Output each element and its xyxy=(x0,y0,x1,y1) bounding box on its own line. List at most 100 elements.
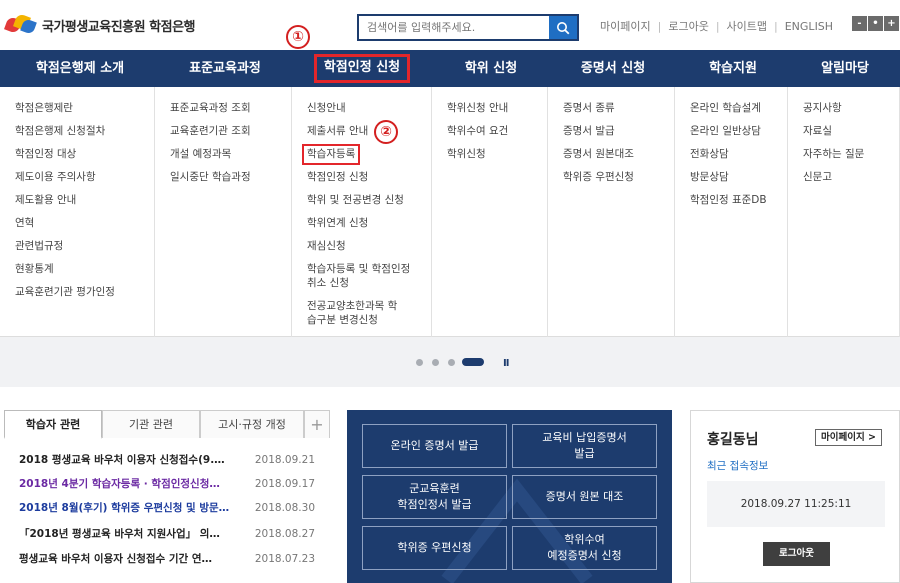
slider-dot[interactable] xyxy=(416,359,423,366)
service-original-verify[interactable]: 증명서 원본 대조 xyxy=(512,475,657,519)
submenu-item[interactable]: 학위신청 xyxy=(432,143,547,166)
user-name: 홍길동님 xyxy=(707,432,759,448)
quick-service-panel: 온라인 증명서 발급 교육비 납입증명서 발급 군교육훈련 학점인정서 발급 증… xyxy=(347,410,672,583)
nav-item-credit-apply[interactable]: 학점인정 신청 xyxy=(314,54,410,83)
user-panel: 홍길동님 마이페이지 > 최근 접속정보 2018.09.27 11:25:11… xyxy=(690,410,900,583)
submenu-item[interactable]: 학점은행제란 xyxy=(0,97,154,120)
submenu-item[interactable]: 학습자등록 및 학점인정 취소 신청 xyxy=(292,258,417,295)
submenu-item[interactable]: 온라인 학습설계 xyxy=(675,97,787,120)
util-link-logout[interactable]: 로그아웃 xyxy=(668,18,708,34)
search-box xyxy=(357,14,579,41)
notice-board: 학습자 관련 기관 관련 고시·규정 개정 + 2018 평생교육 바우처 이용… xyxy=(4,410,330,583)
submenu-item[interactable]: 교육훈련기관 조회 xyxy=(155,120,291,143)
submenu-item[interactable]: 학점인정 표준DB xyxy=(675,189,787,212)
submenu-item[interactable]: 온라인 일반상담 xyxy=(675,120,787,143)
util-link-english[interactable]: ENGLISH xyxy=(785,20,833,33)
submenu-item[interactable]: 개설 예정과목 xyxy=(155,143,291,166)
recent-login-label: 최근 접속정보 xyxy=(707,460,769,472)
submenu-item[interactable]: 관련법규정 xyxy=(0,235,154,258)
submenu-item[interactable]: 방문상담 xyxy=(675,166,787,189)
submenu-item[interactable]: 재심신청 xyxy=(292,235,431,258)
nav-item-notice[interactable]: 알림마당 xyxy=(810,50,880,87)
notice-title: 2018년 4분기 학습자등록 · 학점인정신청… xyxy=(19,478,220,490)
logo-text: 국가평생교육진흥원 학점은행 xyxy=(42,19,196,35)
submenu-item[interactable]: 현황통계 xyxy=(0,258,154,281)
submenu-item[interactable]: 제출서류 안내 xyxy=(292,120,431,143)
font-decrease-button[interactable]: - xyxy=(852,16,867,31)
mypage-button[interactable]: 마이페이지 > xyxy=(815,429,882,446)
site-logo[interactable]: 국가평생교육진흥원 학점은행 xyxy=(4,13,196,36)
submenu-item[interactable]: 신문고 xyxy=(788,166,899,189)
board-tabs: 학습자 관련 기관 관련 고시·규정 개정 + xyxy=(4,410,330,439)
utility-links: 마이페이지 | 로그아웃 | 사이트맵 | ENGLISH xyxy=(600,18,833,34)
notice-title: 평생교육 바우처 이용자 신청접수 기간 연… xyxy=(19,553,212,565)
submenu-item[interactable]: 학위수여 요건 xyxy=(432,120,547,143)
submenu-item[interactable]: 증명서 원본대조 xyxy=(548,143,674,166)
service-military-credit[interactable]: 군교육훈련 학점인정서 발급 xyxy=(362,475,507,519)
submenu-item[interactable]: 학위증 우편신청 xyxy=(548,166,674,189)
annotation-marker-2: ② xyxy=(374,120,398,144)
submenu-item[interactable]: 공지사항 xyxy=(788,97,899,120)
search-button[interactable] xyxy=(549,16,577,39)
divider: | xyxy=(774,19,778,33)
submenu-item[interactable]: 학위신청 안내 xyxy=(432,97,547,120)
service-online-certificate[interactable]: 온라인 증명서 발급 xyxy=(362,424,507,468)
last-login-time: 2018.09.27 11:25:11 xyxy=(707,481,885,527)
service-diploma-mail[interactable]: 학위증 우편신청 xyxy=(362,526,507,570)
mega-col-intro: 학점은행제란 학점은행제 신청절차 학점인정 대상 제도이용 주의사항 제도활용… xyxy=(0,87,155,337)
util-link-sitemap[interactable]: 사이트맵 xyxy=(727,18,767,34)
tab-institution[interactable]: 기관 관련 xyxy=(102,410,200,438)
banner-slider: II xyxy=(0,337,900,387)
font-increase-button[interactable]: + xyxy=(884,16,899,31)
submenu-item[interactable]: 증명서 발급 xyxy=(548,120,674,143)
service-expected-degree[interactable]: 학위수여 예정증명서 신청 xyxy=(512,526,657,570)
mega-col-degree-apply: 학위신청 안내 학위수여 요건 학위신청 xyxy=(432,87,548,337)
submenu-item[interactable]: 신청안내 xyxy=(292,97,431,120)
font-reset-button[interactable]: • xyxy=(868,16,883,31)
notice-row[interactable]: 2018 평생교육 바우처 이용자 신청접수(9.… 2018.09.21 xyxy=(19,452,315,468)
submenu-item[interactable]: 증명서 종류 xyxy=(548,97,674,120)
search-input[interactable] xyxy=(359,16,549,39)
submenu-item[interactable]: 교육훈련기관 평가인정 xyxy=(0,281,154,304)
mega-col-study-support: 온라인 학습설계 온라인 일반상담 전화상담 방문상담 학점인정 표준DB xyxy=(675,87,788,337)
submenu-item[interactable]: 학점은행제 신청절차 xyxy=(0,120,154,143)
submenu-item[interactable]: 전공교양초한과목 학습구분 변경신청 xyxy=(292,295,402,332)
mega-col-credit-apply: 신청안내 제출서류 안내 학습자등록 학점인정 신청 학위 및 전공변경 신청 … xyxy=(292,87,432,337)
nav-item-certificate[interactable]: 증명서 신청 xyxy=(568,50,658,87)
submenu-item[interactable]: 학위연계 신청 xyxy=(292,212,431,235)
main-nav: 학점은행제 소개 표준교육과정 학점인정 신청 학위 신청 증명서 신청 학습지… xyxy=(0,50,900,87)
nav-item-intro[interactable]: 학점은행제 소개 xyxy=(20,50,140,87)
logout-button[interactable]: 로그아웃 xyxy=(763,542,830,566)
more-button[interactable]: + xyxy=(304,410,330,438)
slider-dot[interactable] xyxy=(448,359,455,366)
service-tuition-certificate[interactable]: 교육비 납입증명서 발급 xyxy=(512,424,657,468)
tab-regulation[interactable]: 고시·규정 개정 xyxy=(200,410,304,438)
notice-row[interactable]: 2018년 8월(후기) 학위증 우편신청 및 방문… 2018.08.30 xyxy=(19,500,315,516)
submenu-item[interactable]: 자료실 xyxy=(788,120,899,143)
notice-date: 2018.08.30 xyxy=(254,502,315,514)
util-link-mypage[interactable]: 마이페이지 xyxy=(600,18,651,34)
mega-col-notice: 공지사항 자료실 자주하는 질문 신문고 xyxy=(788,87,900,337)
notice-row[interactable]: 2018년 4분기 학습자등록 · 학점인정신청… 2018.09.17 xyxy=(19,476,315,492)
submenu-item[interactable]: 전화상담 xyxy=(675,143,787,166)
tab-learner[interactable]: 학습자 관련 xyxy=(4,410,102,439)
submenu-item[interactable]: 일시중단 학습과정 xyxy=(155,166,291,189)
notice-row[interactable]: 「2018년 평생교육 바우처 지원사업」 의… 2018.08.27 xyxy=(19,526,315,542)
submenu-item[interactable]: 자주하는 질문 xyxy=(788,143,899,166)
submenu-item[interactable]: 학점인정 신청 xyxy=(292,166,431,189)
submenu-item[interactable]: 학점인정 대상 xyxy=(0,143,154,166)
submenu-item[interactable]: 표준교육과정 조회 xyxy=(155,97,291,120)
nav-item-degree-apply[interactable]: 학위 신청 xyxy=(450,50,532,87)
submenu-item[interactable]: 학위 및 전공변경 신청 xyxy=(292,189,431,212)
nav-item-curriculum[interactable]: 표준교육과정 xyxy=(170,50,280,87)
submenu-item[interactable]: 제도활용 안내 xyxy=(0,189,154,212)
slider-dot-active[interactable] xyxy=(462,358,484,366)
annotation-marker-1: ① xyxy=(286,25,310,49)
submenu-item-learner-registration[interactable]: 학습자등록 xyxy=(292,143,431,166)
submenu-item[interactable]: 제도이용 주의사항 xyxy=(0,166,154,189)
slider-pause-button[interactable]: II xyxy=(503,358,510,369)
nav-item-study-support[interactable]: 학습지원 xyxy=(698,50,768,87)
submenu-item[interactable]: 연혁 xyxy=(0,212,154,235)
notice-row[interactable]: 평생교육 바우처 이용자 신청접수 기간 연… 2018.07.23 xyxy=(19,551,315,567)
slider-dot[interactable] xyxy=(432,359,439,366)
